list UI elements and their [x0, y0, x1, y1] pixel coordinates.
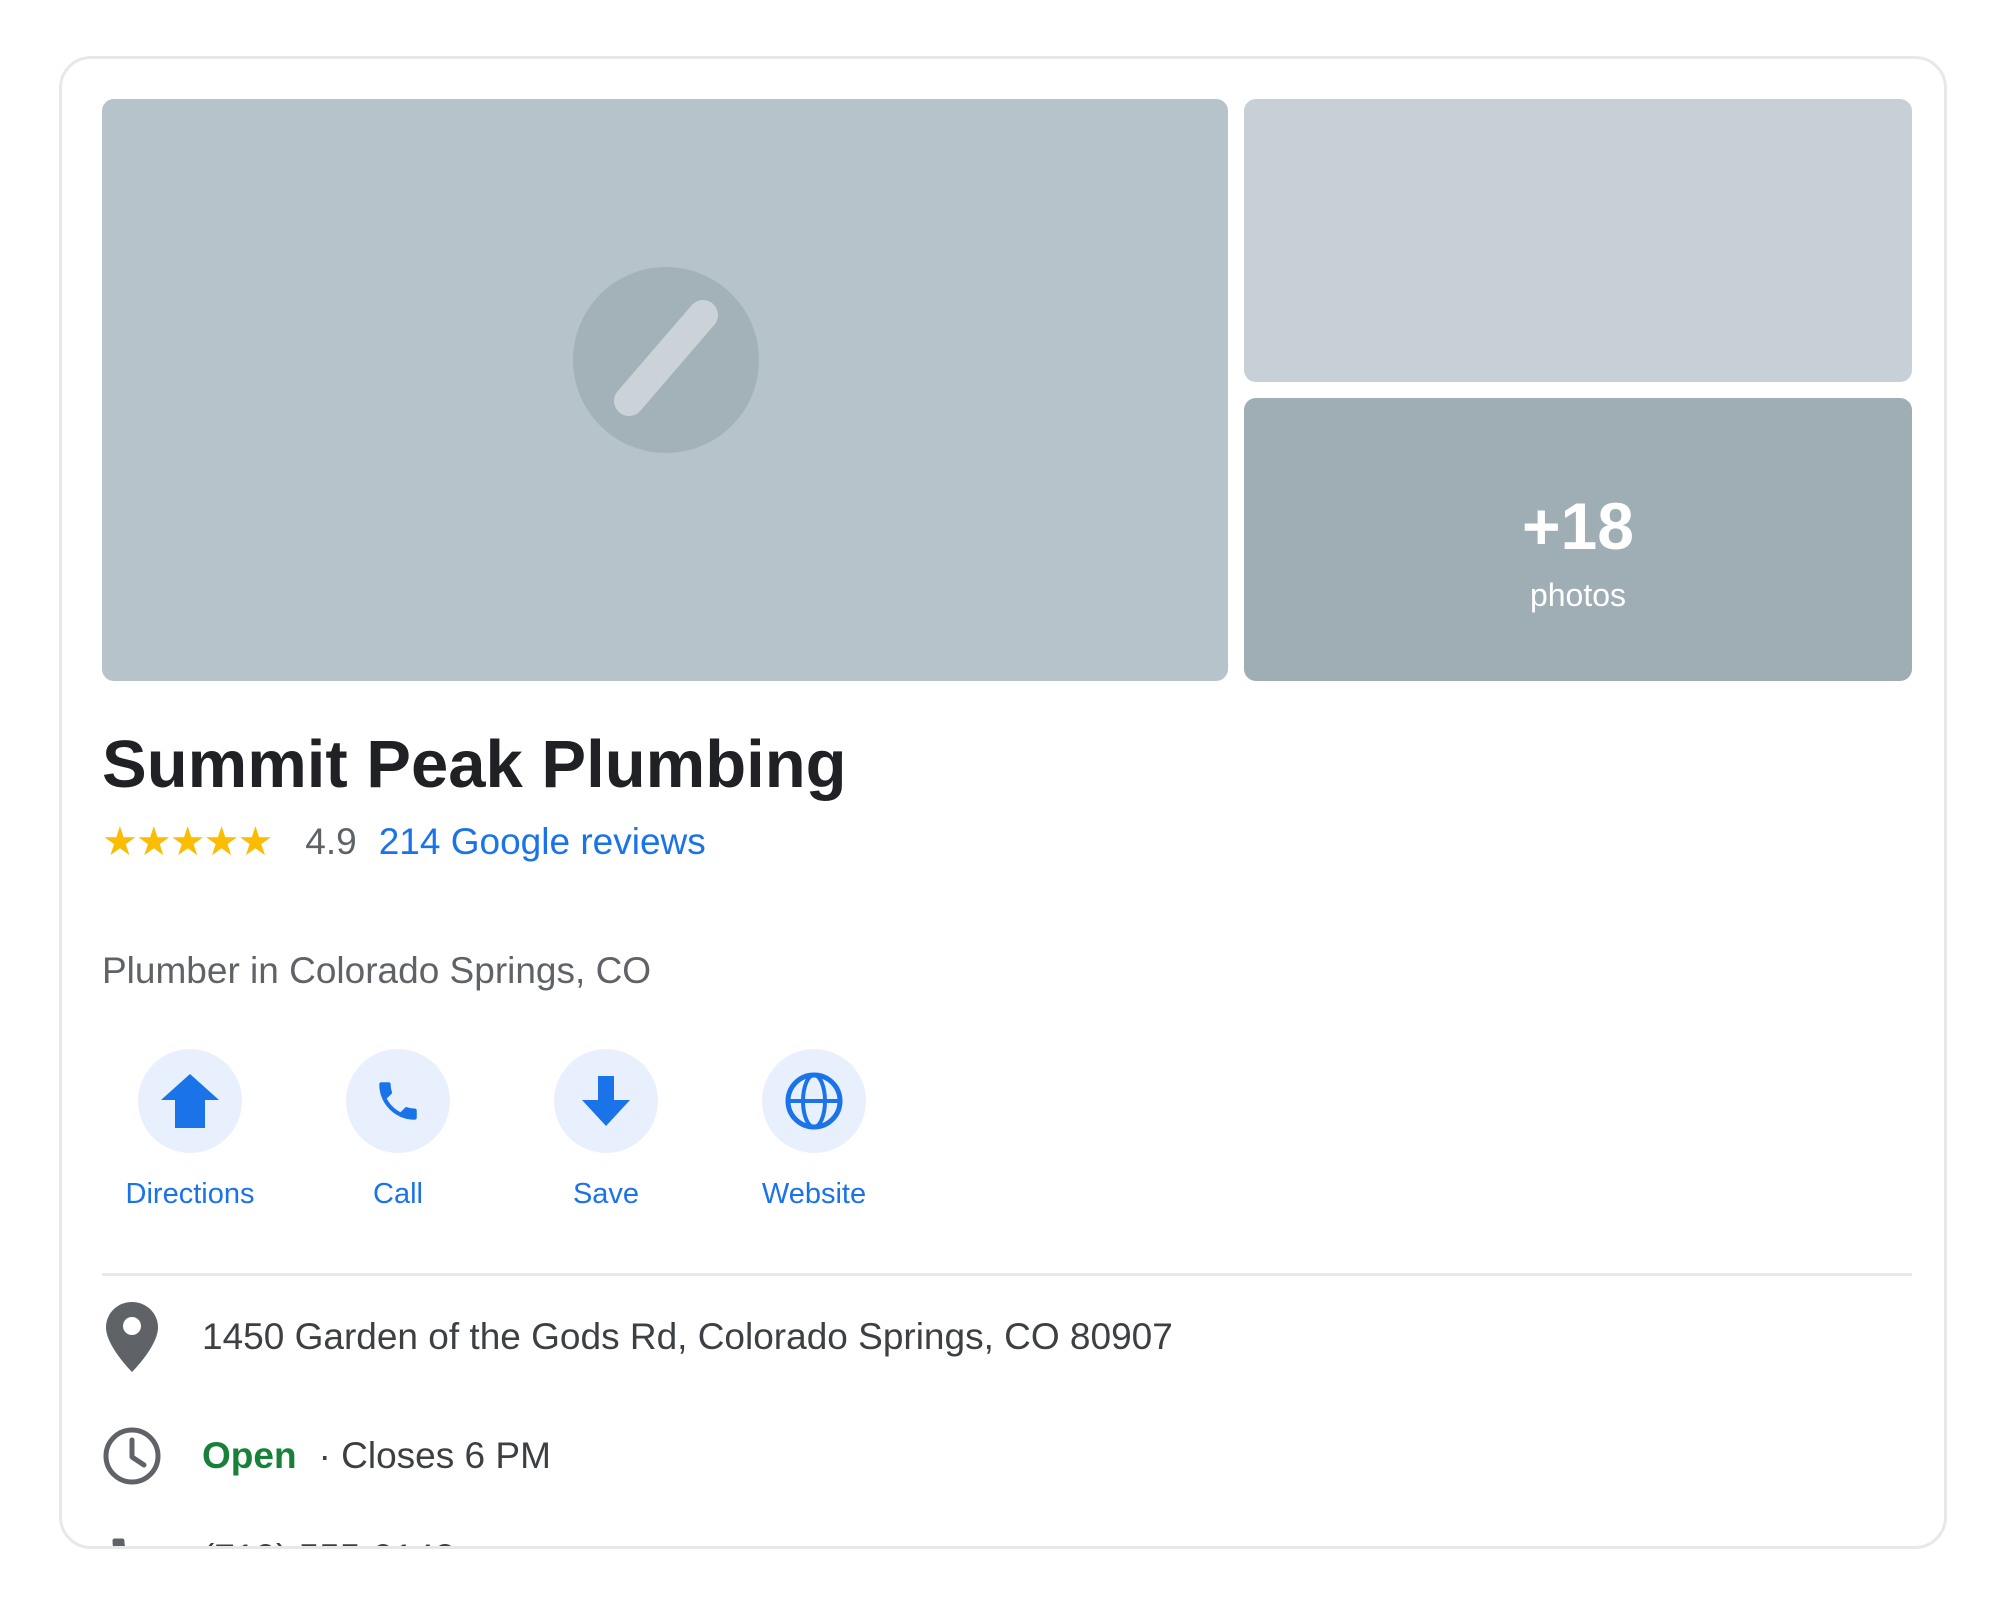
- clock-icon: [102, 1421, 162, 1491]
- business-profile-card: +18 photos Summit Peak Plumbing ★★★★★ 4.…: [59, 56, 1947, 1549]
- directions-icon: [161, 1074, 219, 1128]
- phone-icon: [379, 1082, 417, 1120]
- address-text: 1450 Garden of the Gods Rd, Colorado Spr…: [202, 1316, 1173, 1357]
- save-button-circle[interactable]: [554, 1049, 658, 1153]
- globe-icon: [785, 1072, 843, 1130]
- more-photos-tile[interactable]: +18 photos: [1244, 398, 1912, 681]
- phone-icon: [102, 1523, 162, 1546]
- phone-number: (719) 555-0142: [202, 1536, 455, 1546]
- hours-row[interactable]: Open · Closes 6 PM: [102, 1421, 551, 1491]
- business-name: Summit Peak Plumbing: [102, 727, 847, 802]
- call-button-circle[interactable]: [346, 1049, 450, 1153]
- more-photos-label: photos: [1529, 577, 1627, 613]
- call-label: Call: [373, 1178, 423, 1210]
- star-rating: ★★★★★: [102, 819, 273, 865]
- section-divider: [102, 1273, 1912, 1276]
- rating-row: ★★★★★ 4.9 214 Google reviews: [102, 817, 706, 867]
- address-row[interactable]: 1450 Garden of the Gods Rd, Colorado Spr…: [102, 1277, 1173, 1397]
- hours-text: Open · Closes 6 PM: [202, 1434, 551, 1478]
- save-label: Save: [572, 1178, 640, 1210]
- business-category: Plumber in Colorado Springs, CO: [102, 950, 652, 991]
- main-photo[interactable]: [102, 99, 1228, 681]
- closing-time: · Closes 6 PM: [318, 1435, 551, 1476]
- directions-button-circle[interactable]: [138, 1049, 242, 1153]
- website-label: Website: [761, 1178, 867, 1210]
- directions-button[interactable]: Directions: [70, 1049, 310, 1211]
- location-pin-icon: [102, 1302, 162, 1372]
- website-button[interactable]: Website: [694, 1049, 934, 1211]
- save-icon: [582, 1076, 630, 1126]
- open-status: Open: [202, 1435, 297, 1476]
- secondary-photo[interactable]: [1244, 99, 1912, 382]
- reviews-link[interactable]: 214 Google reviews: [379, 817, 706, 867]
- rating-value: 4.9: [305, 821, 357, 862]
- call-button[interactable]: Call: [278, 1049, 518, 1211]
- phone-row[interactable]: (719) 555-0142: [102, 1523, 455, 1546]
- directions-label: Directions: [125, 1178, 255, 1210]
- website-button-circle[interactable]: [762, 1049, 866, 1153]
- image-placeholder-icon: [573, 267, 759, 453]
- action-buttons: Directions Call Save Website: [102, 1049, 934, 1211]
- more-photos-count: +18: [1522, 489, 1634, 563]
- save-button[interactable]: Save: [486, 1049, 726, 1211]
